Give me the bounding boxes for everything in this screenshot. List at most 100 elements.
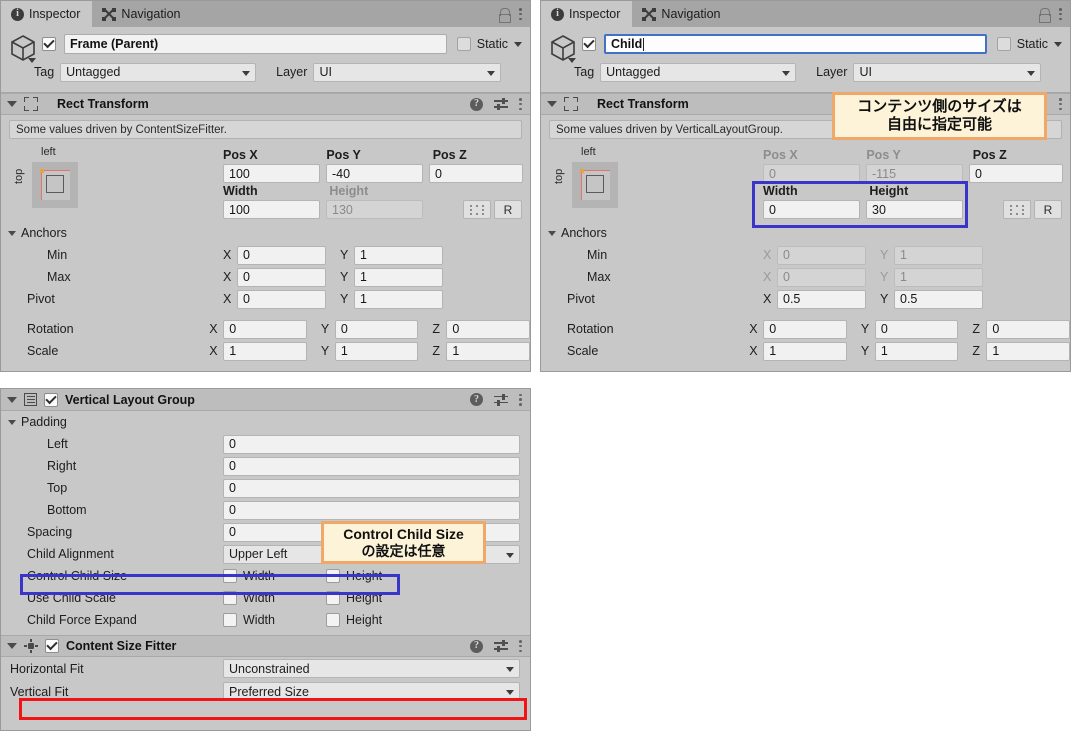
anchor-preview-widget[interactable] (32, 162, 78, 208)
anchor-preview-widget-right[interactable] (572, 162, 618, 208)
collapse-triangle-icon[interactable] (547, 101, 557, 107)
pivot-y-input[interactable]: 1 (354, 289, 443, 309)
lock-icon[interactable] (1039, 7, 1051, 23)
padding-top-input[interactable]: 0 (223, 478, 520, 498)
static-chevron-down-icon[interactable] (514, 41, 522, 47)
anchors-section-right[interactable]: Anchors (541, 222, 1070, 244)
child-force-expand-height-toggle[interactable]: Height (326, 613, 382, 627)
help-icon[interactable]: ? (470, 393, 483, 406)
scale-y-input-right[interactable]: 1 (874, 341, 959, 361)
width-input-right[interactable]: 0 (763, 200, 860, 219)
vertical-layout-group-header[interactable]: Vertical Layout Group ? (1, 389, 530, 411)
control-child-size-height-checkbox[interactable] (326, 569, 340, 583)
pos-y-input[interactable]: -40 (326, 164, 423, 183)
collapse-triangle-icon[interactable] (7, 396, 17, 403)
blueprint-mode-button-right[interactable] (1003, 200, 1031, 219)
control-child-size-width-checkbox[interactable] (223, 569, 237, 583)
preset-icon[interactable] (494, 98, 508, 111)
rotation-x-input[interactable]: 0 (223, 319, 307, 339)
scale-z-input-right[interactable]: 1 (986, 341, 1071, 361)
scale-x-input[interactable]: 1 (223, 341, 307, 361)
tab-inspector-right[interactable]: i Inspector (541, 1, 633, 27)
rotation-z-input[interactable]: 0 (446, 319, 531, 339)
component-kebab-icon[interactable] (1059, 97, 1063, 111)
help-icon[interactable]: ? (470, 97, 483, 111)
preset-icon[interactable] (494, 640, 508, 653)
pivot-x-input[interactable]: 0 (237, 289, 326, 309)
component-kebab-icon[interactable] (519, 97, 523, 111)
tab-navigation-right[interactable]: Navigation (632, 1, 732, 27)
use-child-scale-width-checkbox[interactable] (223, 591, 237, 605)
object-name-field[interactable]: Frame (Parent) (64, 34, 447, 54)
anchor-max-x-input-right[interactable]: 0 (777, 267, 866, 287)
rotation-z-input-right[interactable]: 0 (986, 319, 1071, 339)
content-size-fitter-header[interactable]: Content Size Fitter ? (1, 635, 530, 657)
static-toggle[interactable]: Static (456, 37, 522, 51)
raw-edit-button-right[interactable]: R (1034, 200, 1062, 219)
rotation-y-input-right[interactable]: 0 (874, 319, 959, 339)
static-checkbox[interactable] (456, 37, 471, 51)
use-child-scale-height-toggle[interactable]: Height (326, 591, 382, 605)
anchor-min-y-input-right[interactable]: 1 (894, 245, 983, 265)
help-icon[interactable]: ? (470, 639, 483, 653)
pos-x-input-right[interactable]: 0 (763, 164, 860, 183)
control-child-size-width-toggle[interactable]: Width (223, 569, 326, 583)
child-force-expand-width-checkbox[interactable] (223, 613, 237, 627)
height-input[interactable]: 130 (326, 200, 423, 219)
collapse-triangle-icon[interactable] (7, 643, 17, 649)
child-force-expand-height-checkbox[interactable] (326, 613, 340, 627)
padding-right-input[interactable]: 0 (223, 456, 520, 476)
object-enabled-checkbox[interactable] (42, 37, 56, 51)
layer-dropdown[interactable]: UI (313, 62, 502, 82)
blueprint-mode-button[interactable] (463, 200, 491, 219)
anchors-triangle-icon[interactable] (8, 230, 16, 236)
vertical-fit-dropdown[interactable]: Preferred Size (223, 682, 520, 701)
horizontal-fit-dropdown[interactable]: Unconstrained (223, 659, 520, 678)
height-input-right[interactable]: 30 (866, 200, 963, 219)
anchors-section-left[interactable]: Anchors (1, 222, 530, 244)
component-kebab-icon[interactable] (519, 639, 523, 653)
cube-dropdown-caret-icon[interactable] (568, 58, 576, 63)
use-child-scale-height-checkbox[interactable] (326, 591, 340, 605)
pivot-y-input-right[interactable]: 0.5 (894, 289, 983, 309)
scale-y-input[interactable]: 1 (334, 341, 419, 361)
static-toggle-right[interactable]: Static (996, 37, 1062, 51)
tab-navigation[interactable]: Navigation (92, 1, 192, 27)
anchors-triangle-icon[interactable] (548, 230, 556, 236)
pos-z-input-right[interactable]: 0 (969, 164, 1063, 183)
use-child-scale-width-toggle[interactable]: Width (223, 591, 326, 605)
kebab-menu-icon[interactable] (1059, 7, 1063, 21)
static-chevron-down-icon[interactable] (1054, 41, 1062, 47)
anchor-max-x-input[interactable]: 0 (237, 267, 326, 287)
object-enabled-checkbox[interactable] (582, 37, 596, 51)
tab-inspector[interactable]: i Inspector (1, 1, 93, 27)
child-force-expand-width-toggle[interactable]: Width (223, 613, 326, 627)
kebab-menu-icon[interactable] (519, 7, 523, 21)
cube-dropdown-caret-icon[interactable] (28, 58, 36, 63)
rotation-x-input-right[interactable]: 0 (763, 319, 847, 339)
anchor-max-y-input[interactable]: 1 (354, 267, 443, 287)
padding-left-input[interactable]: 0 (223, 434, 520, 454)
object-name-field-right[interactable]: Child (604, 34, 987, 54)
pos-y-input-right[interactable]: -115 (866, 164, 963, 183)
csf-enabled-checkbox[interactable] (45, 639, 59, 653)
collapse-triangle-icon[interactable] (7, 101, 17, 107)
width-input[interactable]: 100 (223, 200, 320, 219)
pos-z-input[interactable]: 0 (429, 164, 523, 183)
anchor-min-x-input[interactable]: 0 (237, 245, 326, 265)
scale-x-input-right[interactable]: 1 (763, 341, 847, 361)
layer-dropdown-right[interactable]: UI (853, 62, 1042, 82)
padding-triangle-icon[interactable] (8, 419, 16, 425)
anchor-min-y-input[interactable]: 1 (354, 245, 443, 265)
scale-z-input[interactable]: 1 (446, 341, 531, 361)
padding-section[interactable]: Padding (1, 411, 530, 433)
vlg-enabled-checkbox[interactable] (44, 392, 58, 407)
rotation-y-input[interactable]: 0 (334, 319, 419, 339)
tag-dropdown-right[interactable]: Untagged (600, 62, 797, 82)
component-kebab-icon[interactable] (519, 393, 523, 407)
rect-transform-header-left[interactable]: Rect Transform ? (1, 93, 530, 115)
pos-x-input[interactable]: 100 (223, 164, 320, 183)
static-checkbox[interactable] (996, 37, 1011, 51)
lock-icon[interactable] (499, 7, 511, 23)
pivot-x-input-right[interactable]: 0.5 (777, 289, 866, 309)
